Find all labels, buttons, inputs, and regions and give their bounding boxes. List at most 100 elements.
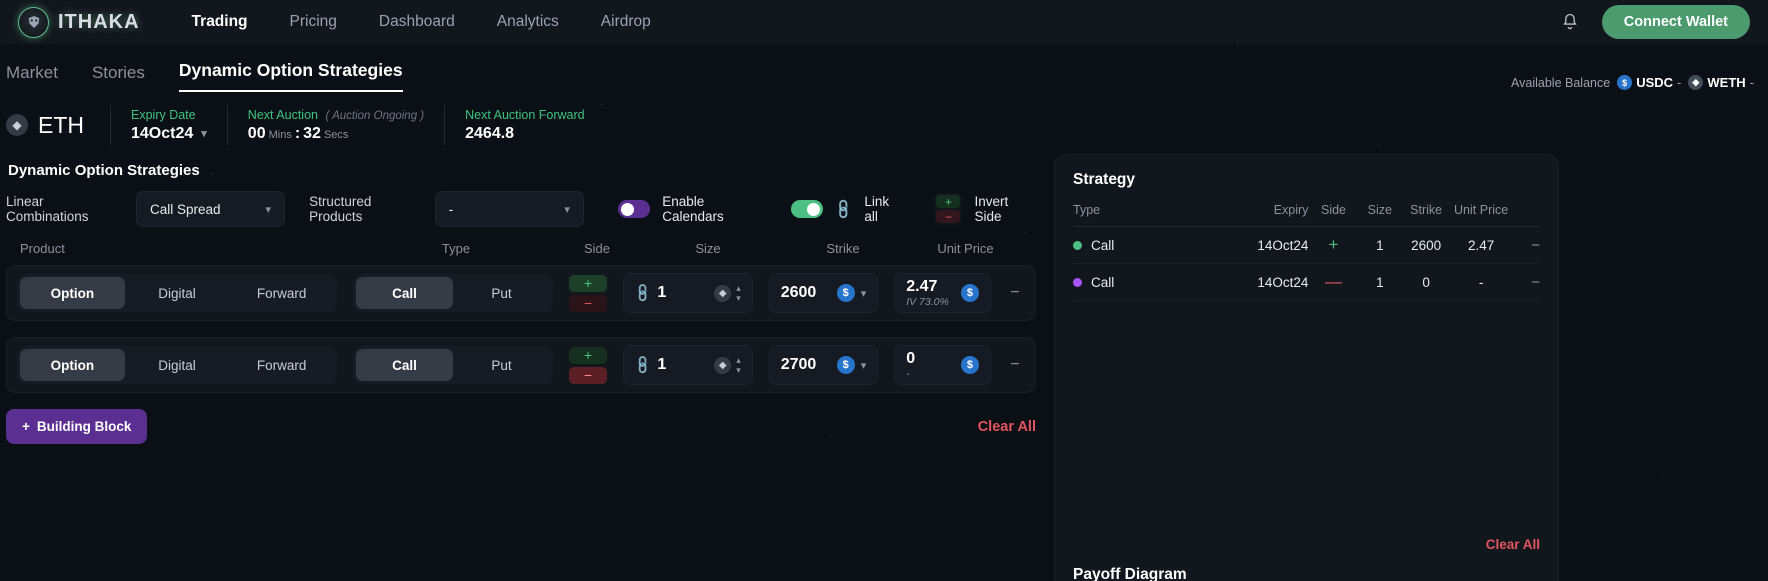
side-sell-button[interactable]: −: [569, 366, 608, 384]
strike-value: 2600: [780, 284, 817, 301]
strategy-row-size: 1: [1376, 237, 1384, 253]
enable-calendars-toggle[interactable]: [617, 200, 651, 218]
usdc-icon: $: [960, 284, 979, 302]
column-header-strike: Strike: [1410, 203, 1443, 217]
link-all-toggle[interactable]: [790, 200, 823, 218]
type-call-button[interactable]: Call: [356, 349, 453, 381]
bell-icon[interactable]: [1560, 12, 1580, 32]
unit-price-box: 2.47 IV 73.0%: [906, 278, 949, 308]
countdown-secs: 32: [303, 124, 321, 142]
side-buy-button[interactable]: +: [569, 274, 608, 292]
unit-price-display: 0 - $: [894, 345, 991, 385]
balance-weth: ◆ WETH -: [1688, 75, 1754, 90]
size-value: 1: [657, 284, 667, 301]
invert-side-control[interactable]: + −: [934, 193, 963, 225]
available-balance: Available Balance $ USDC - ◆ WETH -: [1511, 75, 1754, 90]
size-stepper[interactable]: ▴ ▾: [736, 283, 741, 303]
size-input[interactable]: 🔗 1 ◆ ▴ ▾: [623, 273, 753, 313]
clear-all-button[interactable]: Clear All: [978, 419, 1036, 435]
product-option-button[interactable]: Option: [20, 349, 125, 381]
building-block-button[interactable]: + Building Block: [6, 409, 148, 444]
remove-leg-button[interactable]: −: [1005, 282, 1025, 304]
column-header-size: Size: [695, 241, 721, 256]
structured-products-value: -: [448, 201, 454, 217]
product-forward-button[interactable]: Forward: [229, 277, 334, 309]
subnav-item-market[interactable]: Market: [6, 63, 58, 92]
countdown-mins-unit: Mins: [268, 128, 292, 141]
remove-leg-button[interactable]: −: [1005, 354, 1025, 376]
implied-volatility-label: IV 73.0%: [906, 296, 949, 308]
connect-wallet-button[interactable]: Connect Wallet: [1601, 5, 1750, 39]
column-header-remove: [1511, 203, 1540, 217]
countdown-mins: 00: [247, 124, 266, 142]
side-sell-button[interactable]: −: [569, 294, 608, 312]
column-header-strike: Strike: [826, 241, 860, 256]
chevron-down-icon[interactable]: ▾: [861, 359, 867, 372]
size-stepper[interactable]: ▴ ▾: [736, 355, 741, 375]
size-input[interactable]: 🔗 1 ◆ ▴ ▾: [623, 345, 753, 385]
subnav-item-stories[interactable]: Stories: [92, 63, 145, 92]
balance-weth-value: -: [1749, 75, 1754, 90]
structured-products-select[interactable]: - ▾: [434, 191, 584, 227]
product-forward-button[interactable]: Forward: [229, 349, 334, 381]
expiry-date-cell[interactable]: Expiry Date 14Oct24 ▾: [110, 105, 227, 145]
top-navigation-bar: ITHAKA Trading Pricing Dashboard Analyti…: [0, 0, 1768, 44]
nav-item-dashboard[interactable]: Dashboard: [379, 13, 455, 31]
type-call-button[interactable]: Call: [356, 277, 453, 309]
column-header-side: Side: [1320, 203, 1347, 217]
link-icon: 🔗: [831, 196, 856, 221]
side-selector: + −: [569, 274, 608, 312]
product-digital-button[interactable]: Digital: [125, 349, 230, 381]
nav-item-pricing[interactable]: Pricing: [290, 13, 337, 31]
next-auction-forward-value: 2464.8: [465, 124, 515, 142]
nav-item-airdrop[interactable]: Airdrop: [601, 13, 651, 31]
main-content: Dynamic Option Strategies Linear Combina…: [0, 154, 1768, 581]
payoff-diagram-title: Payoff Diagram: [1073, 566, 1187, 581]
strategy-clear-all-button[interactable]: Clear All: [1073, 537, 1540, 552]
strategy-row-remove-button[interactable]: −: [1511, 274, 1540, 291]
toggle-knob: [806, 202, 820, 216]
unit-price-box: 0 -: [906, 350, 915, 380]
product-option-button[interactable]: Option: [20, 277, 125, 309]
balance-weth-symbol: WETH: [1707, 75, 1746, 90]
invert-minus-icon[interactable]: −: [936, 210, 961, 223]
invert-plus-icon[interactable]: +: [936, 195, 961, 208]
subnav-item-dynamic-option-strategies[interactable]: Dynamic Option Strategies: [178, 60, 403, 92]
strategy-row-strike: 0: [1422, 274, 1430, 290]
column-header-expiry: Expiry: [1273, 203, 1309, 217]
strike-input[interactable]: 2700 $ ▾: [768, 345, 879, 385]
expiry-date-value-row: 14Oct24 ▾: [131, 125, 207, 143]
column-header-unit-price: Unit Price: [1454, 203, 1509, 217]
side-buy-button[interactable]: +: [569, 346, 608, 364]
strategy-summary-panel: Strategy Type Expiry Side Size Strike Un…: [1054, 154, 1559, 581]
enable-calendars-label: Enable Calendars: [662, 194, 724, 224]
balance-usdc-value: -: [1677, 75, 1682, 90]
nav-item-analytics[interactable]: Analytics: [497, 13, 559, 31]
call-put-segmented-control: Call Put: [353, 274, 553, 312]
strategy-row-type: Call: [1073, 275, 1239, 290]
next-auction-label: Next Auction ( Auction Ongoing ): [247, 107, 425, 122]
product-digital-button[interactable]: Digital: [125, 277, 230, 309]
type-put-button[interactable]: Put: [453, 277, 550, 309]
strategy-panel-title: Strategy: [1073, 171, 1136, 188]
chevron-down-icon[interactable]: ▾: [201, 127, 207, 140]
strategy-row-side: —: [1325, 272, 1342, 291]
asset-selector[interactable]: ◆ ETH: [6, 112, 110, 139]
unit-price-value: 2.47: [906, 278, 938, 295]
strike-input[interactable]: 2600 $ ▾: [768, 273, 879, 313]
link-icon: 🔗: [631, 353, 654, 376]
legs-table-header: Product Type Side Size Strike Unit Price: [6, 241, 1036, 265]
strategy-row-expiry: 14Oct24: [1257, 237, 1309, 253]
linear-combinations-select[interactable]: Call Spread ▾: [136, 191, 286, 227]
plus-icon: +: [22, 419, 30, 434]
type-put-button[interactable]: Put: [453, 349, 550, 381]
owl-glyph-icon: [28, 16, 39, 28]
strategy-row-remove-button[interactable]: −: [1511, 237, 1540, 254]
secondary-nav: Market Stories Dynamic Option Strategies…: [0, 44, 1768, 92]
chevron-down-icon[interactable]: ▾: [861, 287, 867, 300]
market-info-strip: ◆ ETH Expiry Date 14Oct24 ▾ Next Auction…: [0, 96, 1768, 154]
usdc-icon: $: [836, 356, 855, 374]
nav-item-trading[interactable]: Trading: [192, 13, 248, 31]
brand-logo[interactable]: ITHAKA: [18, 6, 140, 38]
balance-usdc: $ USDC -: [1617, 75, 1681, 90]
